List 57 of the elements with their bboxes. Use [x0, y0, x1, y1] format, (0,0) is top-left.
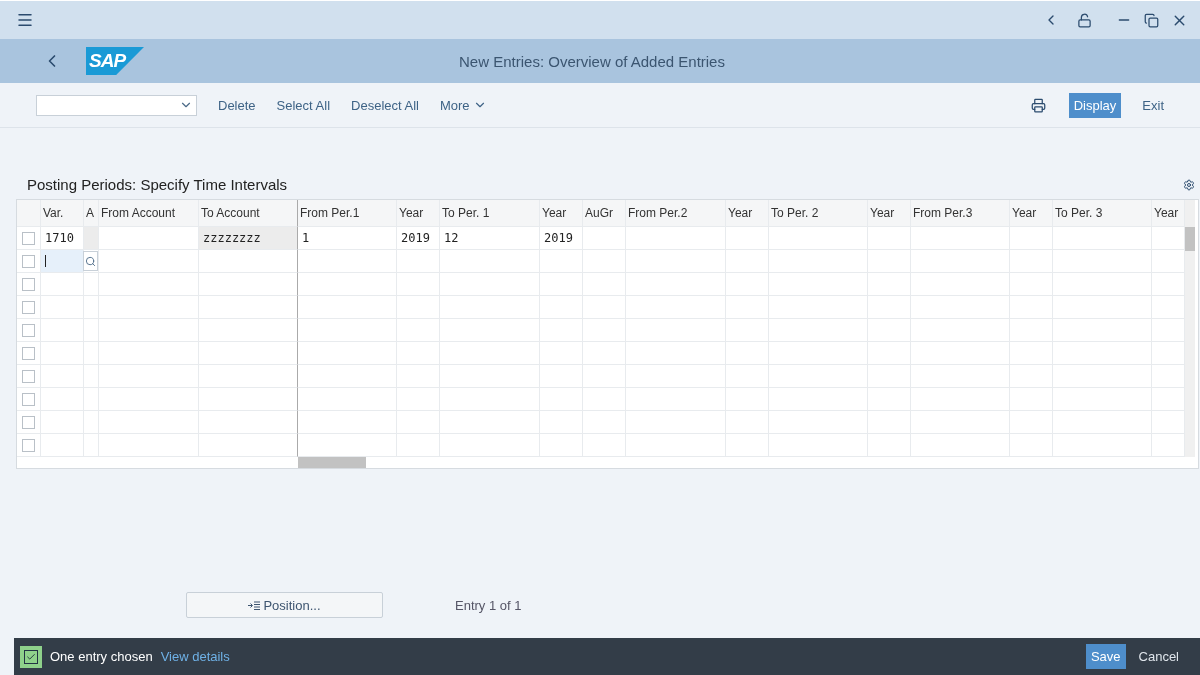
row-checkbox[interactable] — [22, 254, 35, 268]
row-checkbox[interactable] — [22, 323, 35, 337]
toolbar-button[interactable]: Select All — [276, 97, 331, 113]
row-checkbox[interactable] — [22, 392, 35, 406]
vertical-scrollbar[interactable] — [1185, 200, 1195, 457]
row-checkbox[interactable] — [22, 346, 35, 360]
readonly-cell: zzzzzzzz — [199, 227, 298, 250]
column-header: From Per.2 — [626, 200, 726, 227]
column-header: Var. — [41, 200, 84, 227]
row-checkbox[interactable] — [22, 277, 35, 291]
column-header: From Account — [99, 200, 199, 227]
column-header: To Per. 2 — [769, 200, 868, 227]
more-menu-button[interactable]: More — [440, 97, 487, 113]
column-header: Year — [868, 200, 911, 227]
table-cell: 2019 — [397, 227, 440, 250]
table-cell: 1710 — [41, 227, 84, 250]
column-header: A — [84, 200, 99, 227]
table-cell: 12 — [440, 227, 540, 250]
entry-counter: Entry 1 of 1 — [455, 597, 522, 613]
save-button[interactable]: Save — [1085, 644, 1126, 669]
toolbar-button[interactable]: Deselect All — [351, 97, 419, 113]
toolbar-button[interactable]: Delete — [218, 97, 256, 113]
table-cell — [1152, 227, 1185, 250]
row-checkbox[interactable] — [22, 231, 35, 245]
row-checkbox[interactable] — [22, 415, 35, 429]
column-header: To Account — [199, 200, 298, 227]
table-cell: 1 — [298, 227, 397, 250]
column-header: From Per.3 — [911, 200, 1010, 227]
logo: SAP — [86, 47, 144, 75]
display-button[interactable]: Display — [1068, 92, 1122, 118]
row-checkbox[interactable] — [22, 438, 35, 452]
arrow-list-icon — [248, 600, 261, 610]
column-header: Year — [726, 200, 769, 227]
dropdown-field[interactable] — [36, 94, 197, 116]
table-cell: 2019 — [540, 227, 583, 250]
input-field[interactable] — [41, 250, 84, 273]
column-header: Year — [1152, 200, 1185, 227]
toolbar-button[interactable]: Exit — [1142, 97, 1164, 113]
cancel-button[interactable]: Cancel — [1133, 644, 1184, 669]
column-header: To Per. 3 — [1053, 200, 1152, 227]
column-header: From Per.1 — [298, 200, 397, 227]
window-title: New Entries: Overview of Added Entries — [458, 52, 726, 70]
row-checkbox[interactable] — [22, 300, 35, 314]
column-header: AuGr — [583, 200, 626, 227]
column-header: Year — [397, 200, 440, 227]
text-cursor — [45, 255, 46, 267]
position-button[interactable]: Position... — [186, 592, 383, 618]
status-message: One entry chosen — [50, 649, 153, 664]
table-cell — [1152, 250, 1185, 273]
table-title: Posting Periods: Specify Time Intervals — [27, 176, 288, 193]
horizontal-scrollbar[interactable] — [298, 457, 366, 468]
search-icon — [85, 255, 96, 267]
view-details-link[interactable]: View details — [160, 649, 230, 664]
column-header: To Per. 1 — [440, 200, 540, 227]
column-header: Year — [540, 200, 583, 227]
row-checkbox[interactable] — [22, 369, 35, 383]
column-header: Year — [1010, 200, 1053, 227]
